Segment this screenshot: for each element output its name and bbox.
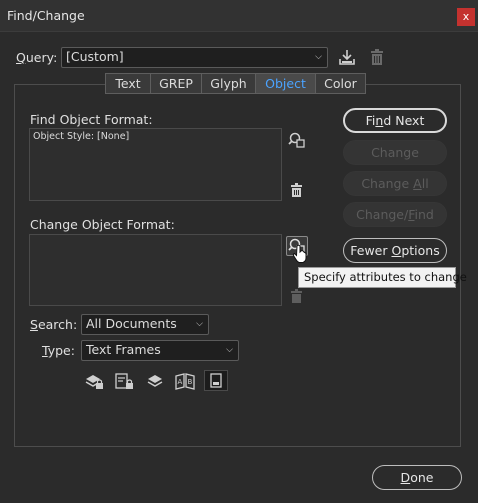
tab-text[interactable]: Text <box>105 73 150 94</box>
tab-glyph[interactable]: Glyph <box>201 73 255 94</box>
fewer-options-button[interactable]: Fewer Options <box>343 238 447 263</box>
save-query-icon[interactable] <box>338 48 356 66</box>
clear-find-format-icon[interactable] <box>290 183 303 198</box>
done-button[interactable]: Done <box>372 465 462 490</box>
hand-cursor-icon <box>292 244 307 263</box>
tab-grep[interactable]: GREP <box>150 73 201 94</box>
type-value: Text Frames <box>86 342 161 357</box>
include-footnotes-button[interactable] <box>204 370 228 391</box>
search-select[interactable]: All Documents ⌵ <box>81 314 209 335</box>
clear-change-format-icon[interactable] <box>290 289 303 304</box>
include-master-pages-icon[interactable]: A B <box>174 371 196 391</box>
query-label: Query: <box>16 50 58 65</box>
close-button[interactable]: x <box>457 8 475 26</box>
query-value: [Custom] <box>66 49 124 64</box>
title-bar: Find/Change x <box>0 0 478 32</box>
svg-text:B: B <box>188 378 193 386</box>
change-find-button[interactable]: Change/Find <box>343 202 447 227</box>
delete-query-icon[interactable] <box>369 48 385 66</box>
change-format-box[interactable] <box>29 234 282 306</box>
type-select[interactable]: Text Frames ⌵ <box>81 340 239 361</box>
change-all-button[interactable]: Change All <box>343 171 447 196</box>
include-hidden-layers-icon[interactable] <box>144 371 166 391</box>
tab-color[interactable]: Color <box>315 73 366 94</box>
chevron-down-icon: ⌵ <box>226 345 233 355</box>
chevron-down-icon: ⌵ <box>315 52 322 62</box>
type-label: Type: <box>42 343 75 358</box>
window-title: Find/Change <box>7 8 85 23</box>
specify-find-attributes-icon[interactable] <box>288 131 306 149</box>
include-locked-stories-icon[interactable] <box>113 371 135 391</box>
tab-bar: Text GREP Glyph Object Color <box>105 73 366 94</box>
chevron-down-icon: ⌵ <box>196 319 203 329</box>
search-value: All Documents <box>86 316 177 331</box>
search-label: Search: <box>30 317 78 332</box>
find-format-box[interactable]: Object Style: [None] <box>29 128 282 201</box>
find-next-button[interactable]: Find Next <box>343 108 447 133</box>
tooltip: Specify attributes to change <box>298 267 467 288</box>
change-format-label: Change Object Format: <box>30 217 175 232</box>
change-button[interactable]: Change <box>343 140 447 165</box>
tab-object[interactable]: Object <box>255 73 315 94</box>
query-select[interactable]: [Custom] ⌵ <box>61 47 328 68</box>
svg-text:A: A <box>178 378 183 386</box>
find-format-label: Find Object Format: <box>30 112 153 127</box>
footnotes-icon <box>210 373 222 388</box>
find-format-value: Object Style: [None] <box>33 131 130 142</box>
include-locked-layers-icon[interactable] <box>83 371 105 391</box>
